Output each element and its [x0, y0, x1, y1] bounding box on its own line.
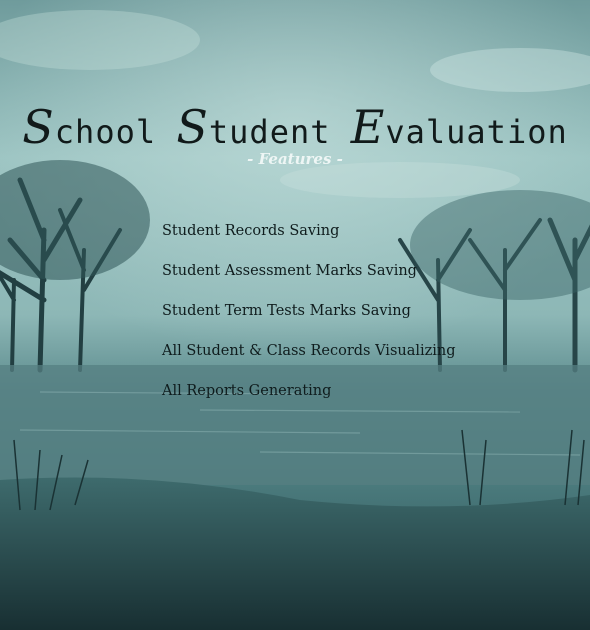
page-title: School Student Evaluation [0, 100, 590, 154]
features-list: Student Records Saving Student Assessmen… [162, 222, 456, 422]
feature-item: All Reports Generating [162, 383, 332, 399]
title-word-2-cap: S [176, 100, 209, 154]
title-word-3-cap: E [350, 100, 386, 154]
title-word-1-rest: chool [54, 113, 157, 151]
title-word-2-rest: tudent [208, 113, 331, 151]
feature-item: Student Assessment Marks Saving [162, 263, 417, 279]
feature-item: All Student & Class Records Visualizing [162, 343, 456, 359]
feature-item: Student Term Tests Marks Saving [162, 303, 411, 319]
features-subtitle: - Features - [247, 150, 343, 168]
title-word-1-cap: S [22, 100, 55, 154]
title-word-3-rest: valuation [385, 113, 568, 151]
feature-item: Student Records Saving [162, 223, 340, 239]
